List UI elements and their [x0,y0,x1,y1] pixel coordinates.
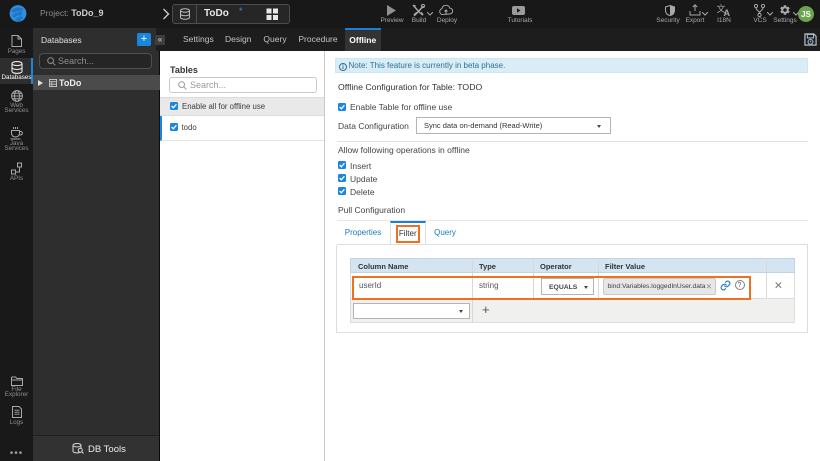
svg-text:A: A [724,8,731,16]
